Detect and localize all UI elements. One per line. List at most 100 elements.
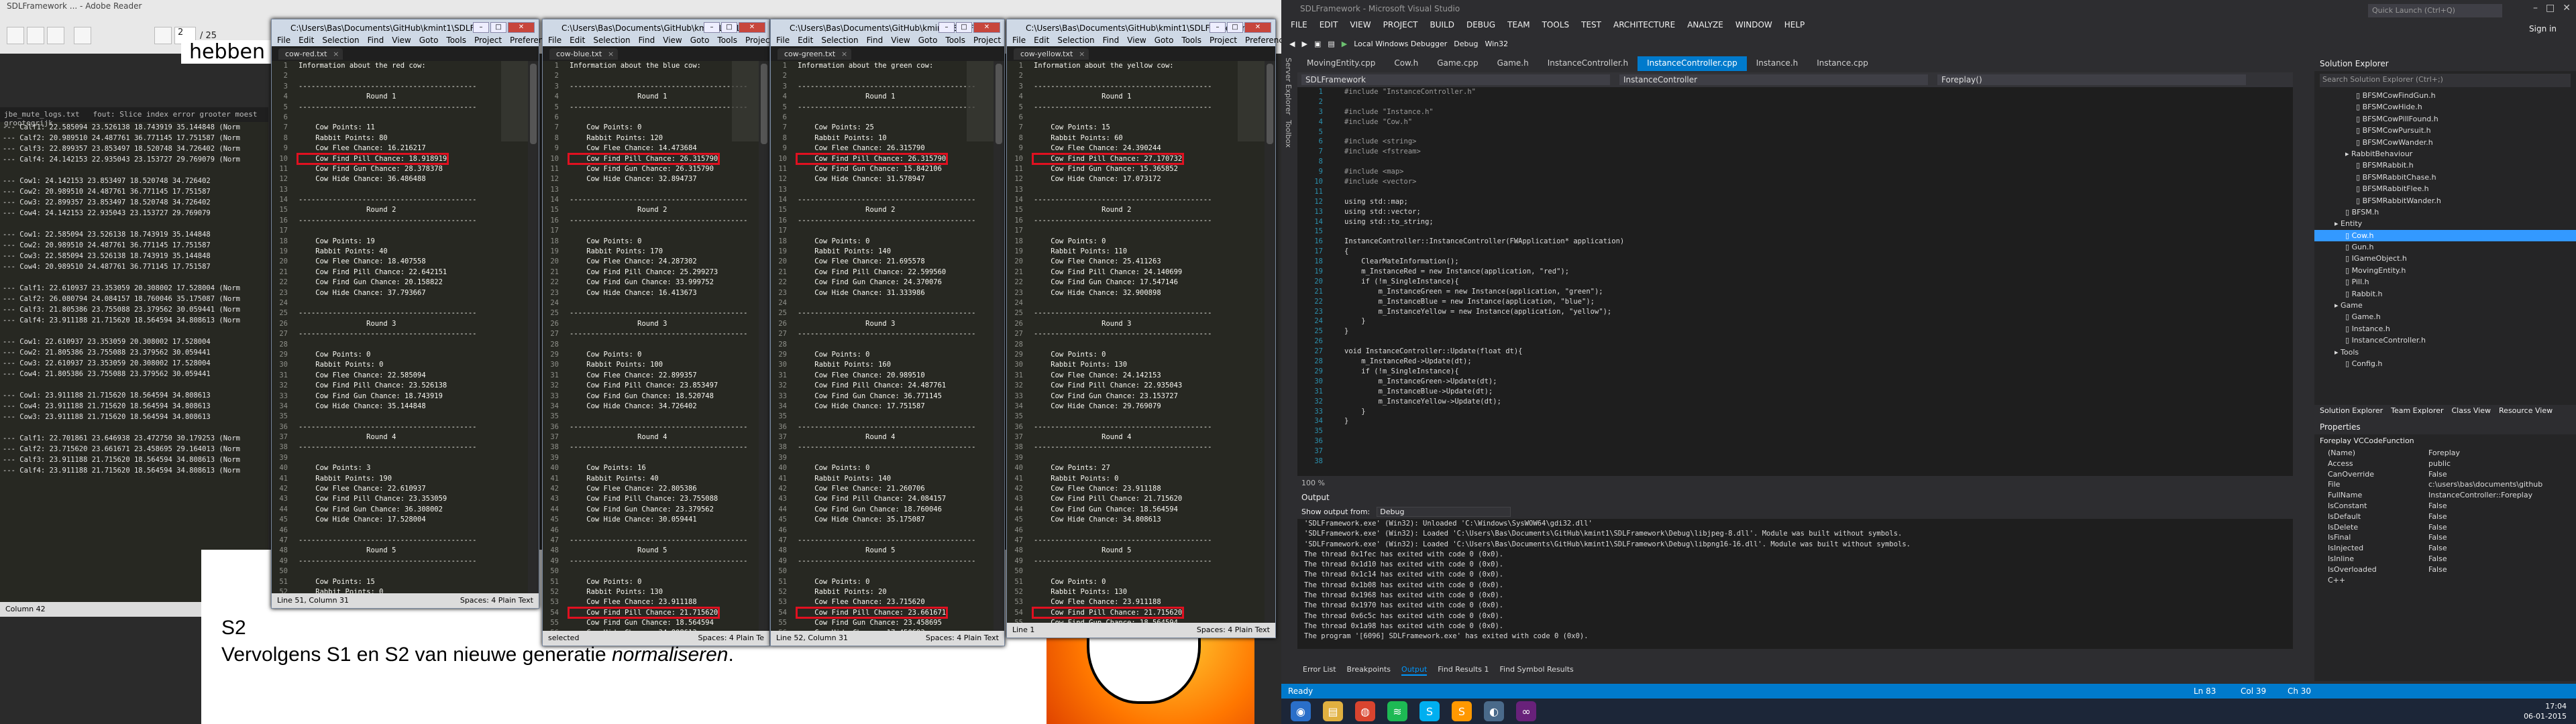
document-tab[interactable]: Cow.h: [1385, 56, 1428, 71]
class-dropdown[interactable]: InstanceController: [1619, 74, 1928, 85]
menu-item[interactable]: View: [392, 36, 411, 45]
property-row[interactable]: IsInline False: [2314, 554, 2576, 564]
prev-page-icon[interactable]: [154, 27, 172, 44]
debugger-select[interactable]: Local Windows Debugger: [1354, 40, 1447, 48]
menu-item[interactable]: File: [277, 36, 290, 45]
menu-item[interactable]: Find: [368, 36, 384, 45]
tree-item[interactable]: ▯ BFSMRabbitChase.h: [2314, 172, 2576, 183]
property-row[interactable]: IsOverloaded False: [2314, 564, 2576, 575]
menu-item[interactable]: Edit: [798, 36, 813, 45]
close-icon[interactable]: ✕: [508, 22, 535, 33]
menu-item[interactable]: Edit: [570, 36, 585, 45]
menu-item[interactable]: Selection: [1057, 36, 1094, 45]
vs-menu-item[interactable]: DEBUG: [1466, 20, 1495, 29]
back-icon[interactable]: ◀: [1289, 40, 1295, 48]
property-row[interactable]: IsInjected False: [2314, 543, 2576, 554]
menu-item[interactable]: View: [891, 36, 910, 45]
property-row[interactable]: C++: [2314, 575, 2576, 586]
solution-explorer-tab[interactable]: Team Explorer: [2391, 406, 2443, 417]
solution-explorer-tab[interactable]: Class View: [2451, 406, 2491, 417]
tree-item[interactable]: ▯ Instance.h: [2314, 323, 2576, 335]
tree-item[interactable]: ▯ BFSMCowPursuit.h: [2314, 125, 2576, 136]
tree-item[interactable]: ▯ MovingEntity.h: [2314, 265, 2576, 276]
tree-item[interactable]: ▯ Cow.h: [2314, 229, 2576, 242]
document-tab[interactable]: Game.cpp: [1428, 56, 1487, 71]
minimap[interactable]: [1238, 61, 1265, 141]
tree-item[interactable]: ▯ Game.h: [2314, 311, 2576, 322]
new-file-icon[interactable]: ▣: [1314, 40, 1321, 48]
vs-menu-item[interactable]: EDIT: [1320, 20, 1338, 29]
vs-menu-item[interactable]: PROJECT: [1383, 20, 1418, 29]
tree-item[interactable]: ▯ BFSMRabbitFlee.h: [2314, 183, 2576, 194]
vs-menu-item[interactable]: TEAM: [1507, 20, 1529, 29]
tree-item[interactable]: ▯ Gun.h: [2314, 241, 2576, 253]
menu-item[interactable]: Tools: [446, 36, 466, 45]
menu-item[interactable]: View: [1127, 36, 1146, 45]
tree-item[interactable]: ▯ BFSM.h: [2314, 206, 2576, 218]
solution-explorer-tab[interactable]: Solution Explorer: [2320, 406, 2383, 417]
quick-launch-input[interactable]: Quick Launch (Ctrl+Q): [2368, 4, 2502, 17]
tab-close-icon[interactable]: ×: [841, 50, 847, 58]
tree-item[interactable]: ▯ InstanceController.h: [2314, 335, 2576, 346]
open-icon[interactable]: [7, 27, 24, 44]
solution-explorer-tab[interactable]: Resource View: [2499, 406, 2553, 417]
tree-item[interactable]: ▯ Pill.h: [2314, 276, 2576, 288]
tree-item[interactable]: ▸ Entity: [2314, 218, 2576, 229]
scrollbar-thumb[interactable]: [761, 64, 767, 144]
vs-menu-item[interactable]: WINDOW: [1735, 20, 1772, 29]
menu-item[interactable]: Project: [745, 36, 773, 45]
property-row[interactable]: File c:\users\bas\documents\github: [2314, 479, 2576, 490]
bg-tab-1[interactable]: jbe_mute_logs.txt: [4, 110, 80, 119]
minimize-icon[interactable]: –: [938, 22, 955, 33]
menu-item[interactable]: Project: [1210, 36, 1237, 45]
menu-item[interactable]: File: [776, 36, 790, 45]
document-tab[interactable]: Instance.cpp: [1807, 56, 1878, 71]
property-row[interactable]: IsConstant False: [2314, 501, 2576, 511]
menu-item[interactable]: Tools: [945, 36, 965, 45]
editor-window-green[interactable]: C:\Users\Bas\Documents\GitHub\kmint1\SDL…: [770, 19, 1083, 646]
bottom-tab[interactable]: Find Symbol Results: [1500, 665, 1574, 676]
maximize-icon[interactable]: □: [490, 22, 506, 33]
maximize-icon[interactable]: □: [2546, 3, 2555, 13]
scrollbar-thumb[interactable]: [996, 64, 1002, 144]
property-row[interactable]: CanOverride False: [2314, 469, 2576, 480]
scrollbar-thumb[interactable]: [1267, 64, 1273, 144]
forward-icon[interactable]: ▶: [1301, 40, 1307, 48]
editor-window-red[interactable]: C:\Users\Bas\Documents\GitHub\kmint1\SDL…: [271, 19, 584, 609]
menu-item[interactable]: Edit: [1034, 36, 1049, 45]
vs-menu-item[interactable]: BUILD: [1430, 20, 1454, 29]
output-source-select[interactable]: Debug: [1377, 506, 1511, 517]
sign-in-link[interactable]: Sign in: [2529, 24, 2557, 34]
tree-item[interactable]: ▯ BFSMCowHide.h: [2314, 101, 2576, 113]
tab-close-icon[interactable]: ×: [608, 50, 614, 58]
menu-item[interactable]: View: [663, 36, 682, 45]
minimize-icon[interactable]: –: [473, 22, 489, 33]
save-icon[interactable]: [47, 27, 64, 44]
tab-close-icon[interactable]: ×: [1079, 50, 1085, 58]
vertical-scrollbar[interactable]: [1265, 61, 1275, 623]
config-select[interactable]: Debug: [1454, 40, 1478, 48]
spotify-icon[interactable]: ≋: [1387, 701, 1407, 721]
editor-body[interactable]: 1 2 3 4 5 6 7 8 9 10 11 12 13 14 15 16 17 18 19 20 21 22 23 24 2…: [272, 61, 528, 593]
menu-item[interactable]: Preferences: [1245, 36, 1281, 45]
property-row[interactable]: IsDelete False: [2314, 522, 2576, 533]
menu-item[interactable]: Edit: [299, 36, 314, 45]
editor-body[interactable]: 1 2 3 4 5 6 7 8 9 10 11 12 13 14 15 16 17 18 19 20 21 22 23 24 2…: [543, 61, 759, 631]
solution-explorer-search[interactable]: Search Solution Explorer (Ctrl+;): [2320, 74, 2571, 87]
maximize-icon[interactable]: □: [721, 22, 737, 33]
tree-item[interactable]: ▯ BFSMCowPillFound.h: [2314, 113, 2576, 125]
tree-item[interactable]: ▯ Rabbit.h: [2314, 288, 2576, 300]
vs-menu-item[interactable]: HELP: [1784, 20, 1805, 29]
bottom-tab[interactable]: Error List: [1303, 665, 1336, 676]
close-icon[interactable]: ✕: [1244, 22, 1271, 33]
tree-item[interactable]: ▯ BFSMCowFindGun.h: [2314, 90, 2576, 101]
vs-menu-item[interactable]: FILE: [1291, 20, 1307, 29]
vs-menu-item[interactable]: TEST: [1581, 20, 1601, 29]
vertical-scrollbar[interactable]: [528, 61, 539, 593]
steam-icon[interactable]: ◐: [1484, 701, 1504, 721]
document-tab[interactable]: Game.h: [1488, 56, 1538, 71]
menu-item[interactable]: File: [1012, 36, 1026, 45]
tree-item[interactable]: ▸ Game: [2314, 300, 2576, 311]
maximize-icon[interactable]: □: [956, 22, 972, 33]
tree-item[interactable]: ▯ Config.h: [2314, 358, 2576, 369]
